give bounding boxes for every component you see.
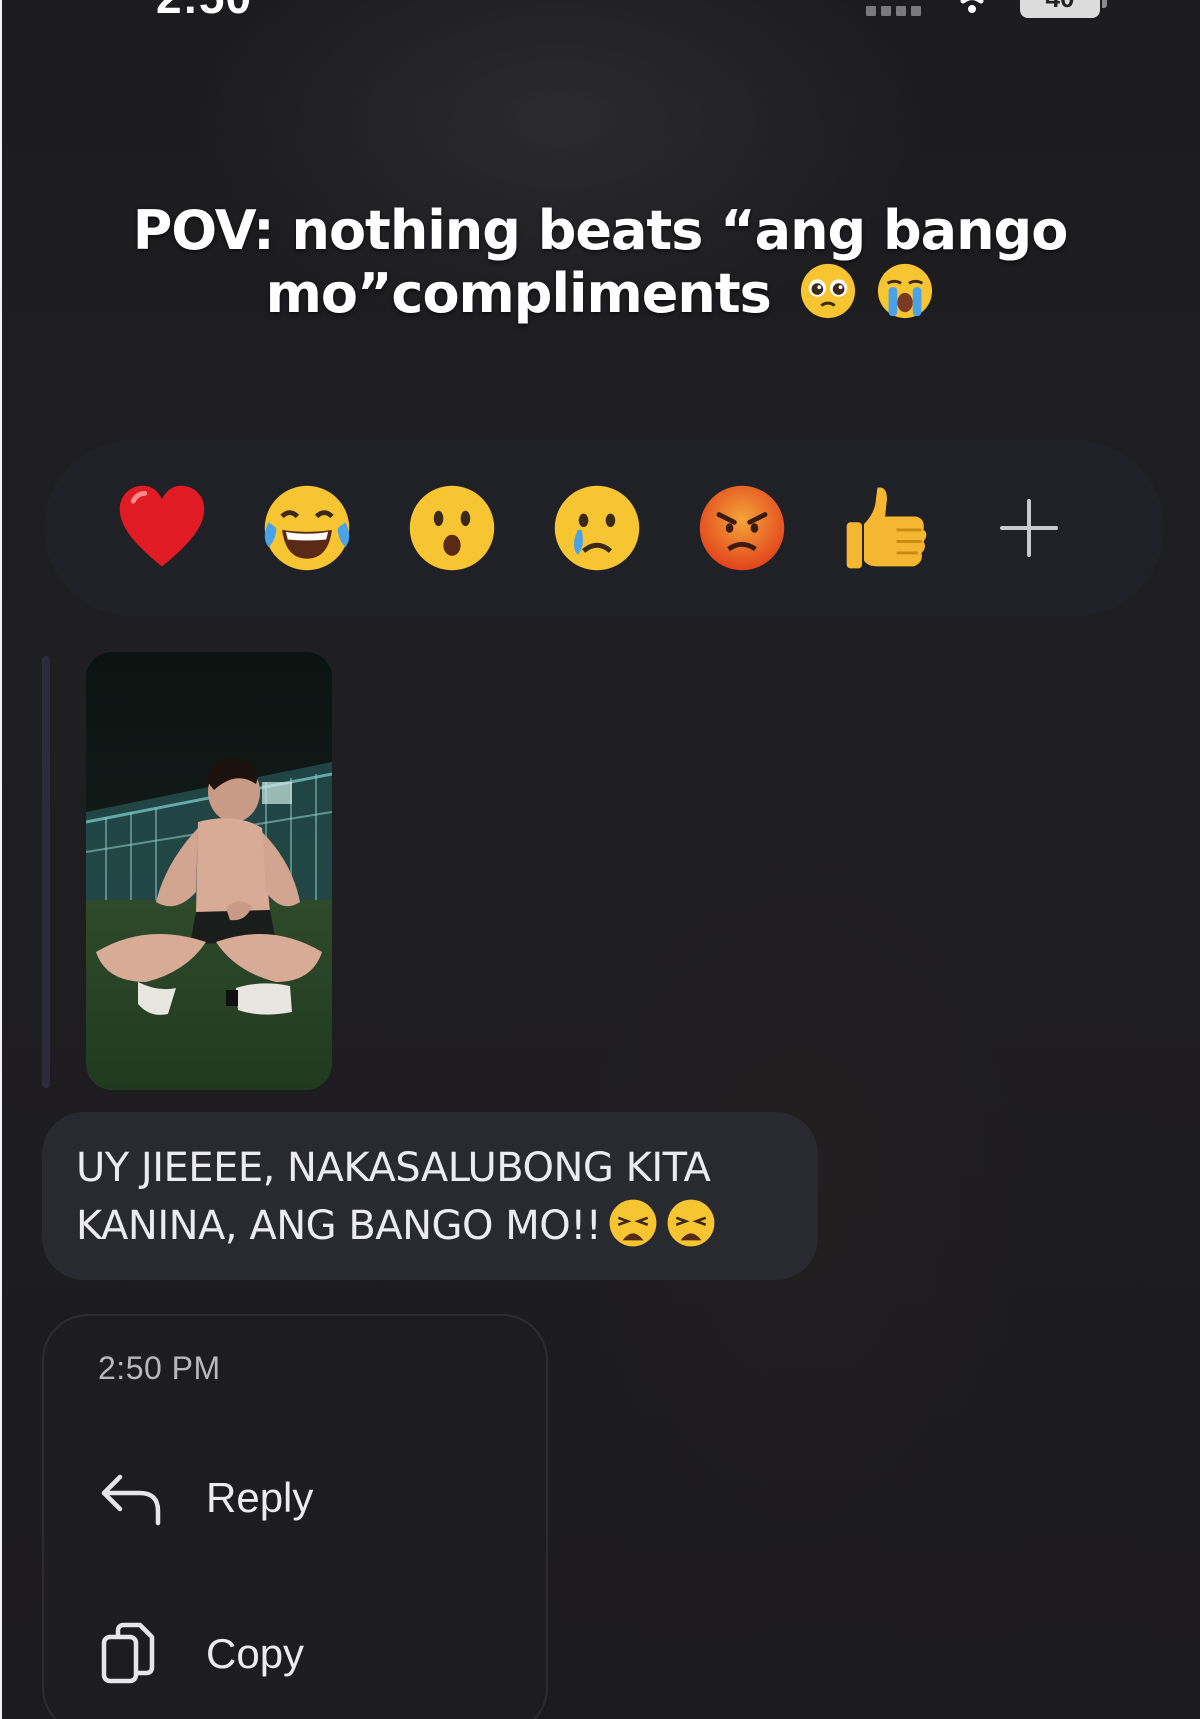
reaction-laughing[interactable]: [259, 480, 355, 576]
reaction-angry[interactable]: [694, 480, 790, 576]
pleading-face-icon: [800, 263, 855, 319]
message-timestamp: 2:50 PM: [98, 1350, 221, 1386]
battery-cap: [1102, 0, 1107, 8]
copy-button[interactable]: Copy: [96, 1604, 516, 1704]
reply-label: Reply: [206, 1474, 314, 1521]
caption-line-2: mo”compliments: [100, 262, 1100, 325]
reply-button[interactable]: Reply: [96, 1448, 516, 1548]
heart-icon: [119, 485, 205, 567]
thumbs-up-icon: [846, 487, 927, 569]
reaction-surprised[interactable]: [404, 480, 500, 576]
angry-face-icon: [699, 485, 785, 571]
reaction-bar: [44, 440, 1164, 616]
copy-label: Copy: [206, 1630, 305, 1677]
tears-of-joy-icon: [264, 485, 350, 571]
reply-indicator-line: [42, 656, 50, 1088]
screen-edge: [0, 0, 2, 1719]
weary-face-icon: [667, 1199, 715, 1247]
reaction-crying[interactable]: [549, 480, 645, 576]
caption-line-1: POV: nothing beats “ang bango: [132, 199, 1069, 262]
message-line-2: KANINA, ANG BANGO MO!!: [76, 1203, 602, 1249]
plus-icon: [1000, 499, 1058, 557]
message-line-1: UY JIEEEE, NAKASALUBONG KITA: [76, 1145, 711, 1191]
caption-line-2-text: mo”compliments: [265, 262, 772, 325]
copy-icon: [96, 1619, 166, 1689]
message-context-menu: 2:50 PM Reply Copy: [42, 1314, 548, 1719]
reaction-thumbs-up[interactable]: [839, 480, 935, 576]
message-photo[interactable]: [86, 652, 332, 1090]
signal-icon: [866, 6, 921, 16]
surprised-face-icon: [409, 485, 495, 571]
weary-face-icon: [609, 1199, 657, 1247]
loudly-crying-face-icon: [878, 263, 933, 319]
status-time: 2:50: [156, 0, 252, 24]
more-reactions-button[interactable]: [996, 495, 1062, 561]
message-text: UY JIEEEE, NAKASALUBONG KITA KANINA, ANG…: [76, 1140, 784, 1255]
wifi-icon: [960, 0, 984, 13]
reply-icon: [96, 1463, 166, 1533]
message-bubble[interactable]: UY JIEEEE, NAKASALUBONG KITA KANINA, ANG…: [42, 1112, 818, 1280]
crying-face-icon: [554, 485, 640, 571]
photo-image: [86, 652, 332, 1090]
battery-indicator: 40: [1020, 0, 1100, 18]
reaction-heart[interactable]: [114, 480, 210, 576]
video-caption: POV: nothing beats “ang bango mo”complim…: [100, 200, 1100, 325]
